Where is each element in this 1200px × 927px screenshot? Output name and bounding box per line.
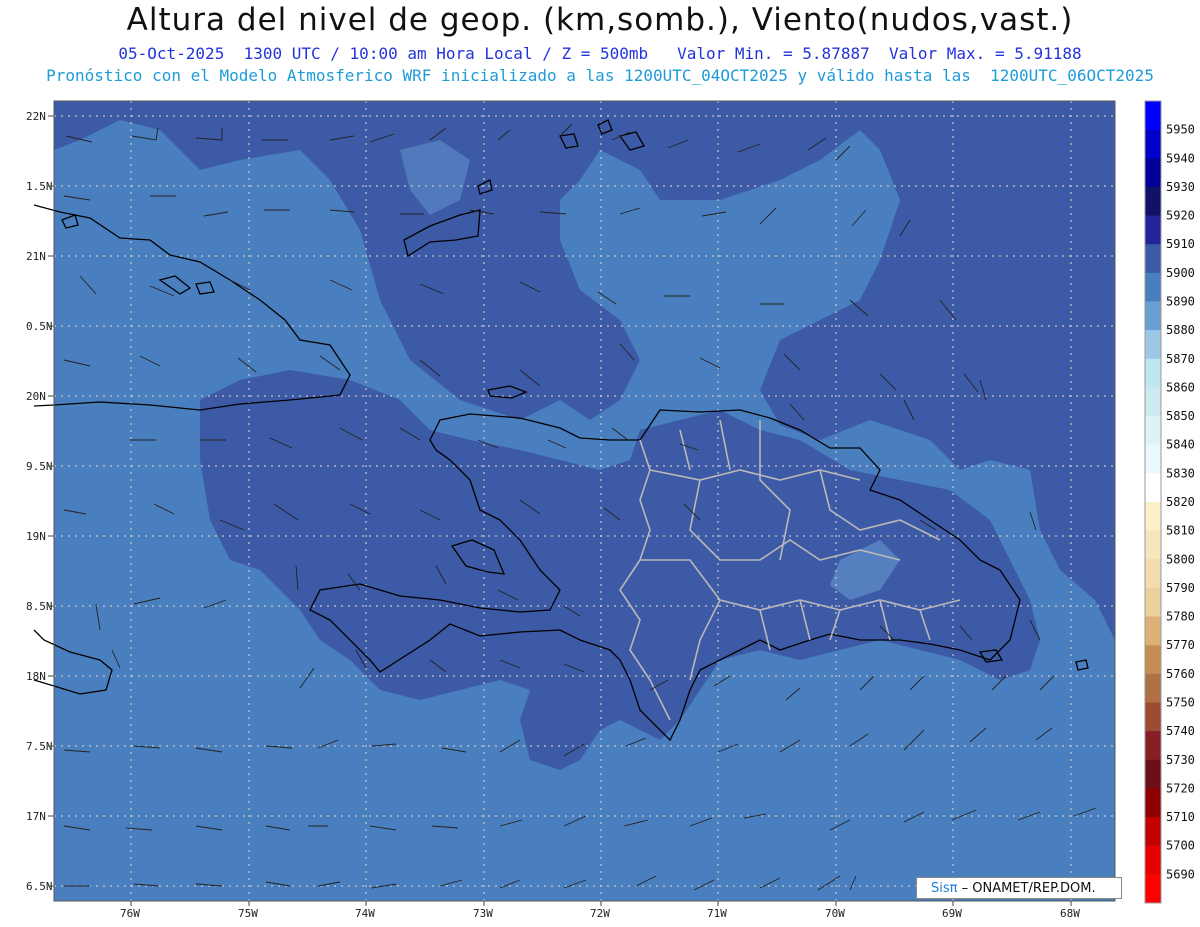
lat-label-6: 19N	[26, 530, 46, 543]
colorbar-level-label: 5810	[1166, 524, 1195, 538]
colorbar-swatch	[1145, 444, 1161, 474]
lat-label-0: 22N	[26, 110, 46, 123]
longitude-labels: 76W 75W 74W 73W 72W 71W 70W 69W 68W	[120, 907, 1080, 920]
colorbar-swatch	[1145, 788, 1161, 818]
colorbar-labels: 5950 5940 5930 5920 5910 5900 5890 5880 5870 5860…	[1166, 123, 1195, 882]
colorbar-level-label: 5790	[1166, 581, 1195, 595]
colorbar-swatch	[1145, 215, 1161, 245]
colorbar-swatch	[1145, 101, 1161, 131]
colorbar-level-label: 5870	[1166, 352, 1195, 366]
colorbar-level-label: 5730	[1166, 753, 1195, 767]
colorbar-swatch	[1145, 186, 1161, 217]
colorbar-level-label: 5770	[1166, 638, 1195, 652]
colorbar-level-label: 5780	[1166, 610, 1195, 624]
colorbar-swatch	[1145, 358, 1161, 388]
colorbar-swatch	[1145, 301, 1161, 331]
colorbar-swatch	[1145, 845, 1161, 875]
colorbar-level-label: 5900	[1166, 266, 1195, 280]
colorbar-level-label: 5700	[1166, 839, 1195, 853]
colorbar-swatch	[1145, 616, 1161, 646]
colorbar-swatch	[1145, 244, 1161, 274]
lon-label-3: 73W	[473, 907, 493, 920]
lon-label-5: 71W	[707, 907, 727, 920]
colorbar-swatch	[1145, 759, 1161, 789]
lat-label-2: 21N	[26, 250, 46, 263]
colorbar-level-label: 5880	[1166, 323, 1195, 337]
colorbar-swatch	[1145, 817, 1161, 847]
colorbar-swatch	[1145, 731, 1161, 761]
colorbar-swatch	[1145, 874, 1161, 904]
colorbar-level-label: 5850	[1166, 409, 1195, 423]
colorbar-level-label: 5800	[1166, 552, 1195, 566]
colorbar-swatch	[1145, 129, 1161, 159]
lon-label-8: 68W	[1060, 907, 1080, 920]
colorbar-swatch	[1145, 702, 1161, 732]
colorbar-swatch	[1145, 416, 1161, 446]
credit-text: – ONAMET/REP.DOM.	[957, 881, 1096, 896]
colorbar-level-label: 5740	[1166, 724, 1195, 738]
colorbar-swatch	[1145, 272, 1161, 302]
colorbar	[1144, 100, 1162, 904]
colorbar-level-label: 5690	[1166, 867, 1195, 881]
colorbar-swatch	[1145, 473, 1161, 503]
colorbar-swatch	[1145, 330, 1161, 360]
colorbar-level-label: 5820	[1166, 495, 1195, 509]
colorbar-swatch	[1145, 645, 1161, 675]
colorbar-swatch	[1145, 587, 1161, 618]
colorbar-level-label: 5920	[1166, 209, 1195, 223]
latitude-labels: 22N 1.5N 21N 0.5N 20N 9.5N 19N 8.5N 18N …	[26, 110, 53, 893]
colorbar-level-label: 5750	[1166, 696, 1195, 710]
map-canvas: 22N 1.5N 21N 0.5N 20N 9.5N 19N 8.5N 18N …	[26, 100, 1195, 920]
colorbar-level-label: 5720	[1166, 781, 1195, 795]
lat-label-4: 20N	[26, 390, 46, 403]
sispi-logo-text: Sisπ	[931, 881, 958, 896]
lon-label-6: 70W	[825, 907, 845, 920]
lon-label-0: 76W	[120, 907, 140, 920]
colorbar-level-label: 5860	[1166, 380, 1195, 394]
colorbar-swatch	[1145, 673, 1161, 703]
lat-label-10: 17N	[26, 810, 46, 823]
colorbar-level-label: 5950	[1166, 123, 1195, 137]
colorbar-level-label: 5940	[1166, 151, 1195, 165]
lon-label-1: 75W	[238, 907, 258, 920]
colorbar-swatch	[1145, 158, 1161, 188]
lon-label-2: 74W	[355, 907, 375, 920]
colorbar-level-label: 5760	[1166, 667, 1195, 681]
colorbar-level-label: 5890	[1166, 295, 1195, 309]
colorbar-swatch	[1145, 530, 1161, 560]
lon-label-7: 69W	[942, 907, 962, 920]
colorbar-level-label: 5930	[1166, 180, 1195, 194]
colorbar-swatch	[1145, 559, 1161, 589]
colorbar-swatch	[1145, 387, 1161, 417]
lon-label-4: 72W	[590, 907, 610, 920]
lat-label-8: 18N	[26, 670, 46, 683]
colorbar-level-label: 5910	[1166, 237, 1195, 251]
credit-box: Sisπ – ONAMET/REP.DOM.	[916, 877, 1122, 899]
colorbar-level-label: 5710	[1166, 810, 1195, 824]
colorbar-swatch	[1145, 502, 1161, 532]
colorbar-level-label: 5840	[1166, 438, 1195, 452]
colorbar-level-label: 5830	[1166, 466, 1195, 480]
